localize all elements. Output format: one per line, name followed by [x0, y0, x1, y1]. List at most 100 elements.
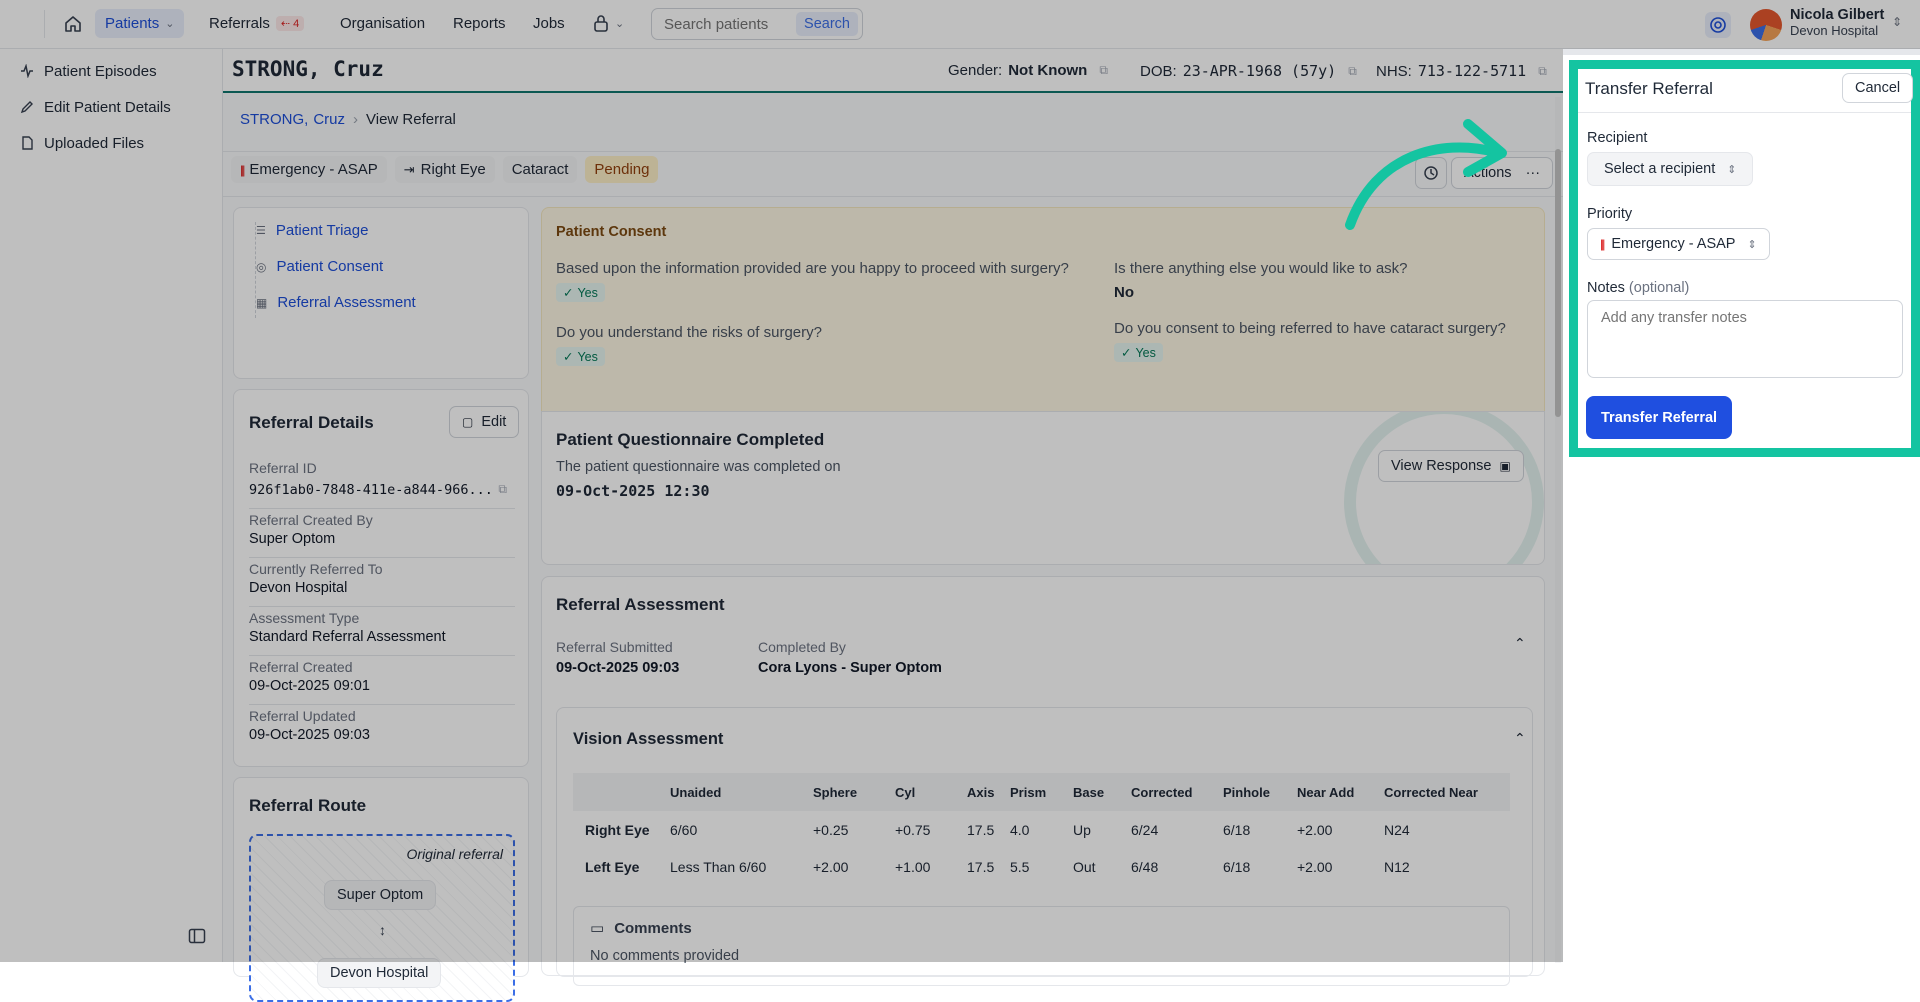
transfer-title: Transfer Referral	[1585, 79, 1713, 98]
priority-label: Priority	[1587, 206, 1633, 222]
view-response-button[interactable]: View Response ▣	[1378, 450, 1524, 482]
column-header: Base	[1073, 784, 1105, 800]
table-cell: +2.00	[1297, 821, 1333, 838]
search-input[interactable]	[664, 15, 794, 33]
section-link-assessment[interactable]: ▦ Referral Assessment	[256, 294, 416, 311]
submitted-label: Referral Submitted	[556, 639, 673, 655]
consent-a1: ✓ Yes	[556, 283, 605, 302]
priority-bars-icon: |||	[240, 162, 246, 177]
priority-select[interactable]: ||| Emergency - ASAP ⇕	[1587, 228, 1770, 260]
scrollbar-track[interactable]	[1555, 97, 1561, 963]
scrollbar-thumb[interactable]	[1555, 149, 1561, 417]
table-cell: +2.00	[813, 858, 849, 875]
consent-a2: ✓ Yes	[556, 347, 605, 366]
edit-button[interactable]: ▢ Edit	[449, 406, 520, 438]
route-box: Original referral Super Optom ↕ Devon Ho…	[249, 834, 515, 1002]
copy-icon[interactable]: ⧉	[498, 482, 507, 497]
section-link-consent[interactable]: ◎ Patient Consent	[256, 258, 383, 275]
chevron-updown-icon: ⇕	[1727, 163, 1737, 176]
panel-top-edge	[1563, 49, 1920, 55]
sidebar-item-patient-episodes[interactable]: Patient Episodes	[0, 53, 222, 89]
consent-q1: Based upon the information provided are …	[556, 260, 1069, 277]
patient-header: STRONG, Cruz Gender: Not Known ⧉ DOB: 23-AP…	[223, 49, 1563, 93]
route-node-from: Super Optom	[324, 880, 437, 910]
vision-assessment-card: Vision Assessment ⌃ Unaided Sphere Cyl A…	[556, 707, 1533, 986]
activity-icon	[21, 64, 33, 78]
eye-tag: ⇥ Right Eye	[394, 156, 495, 183]
user-info[interactable]: Nicola Gilbert Devon Hospital	[1790, 7, 1884, 39]
section-link-triage[interactable]: ☰ Patient Triage	[256, 222, 368, 239]
patient-nhs: NHS: 713-122-5711 ⧉	[1376, 62, 1547, 80]
column-header: Cyl	[895, 784, 916, 800]
nav-patients[interactable]: Patients ⌄	[95, 9, 185, 38]
questionnaire-text: The patient questionnaire was completed …	[556, 459, 841, 475]
search-button[interactable]: Search	[796, 12, 858, 36]
transfer-submit-button[interactable]: Transfer Referral	[1586, 396, 1733, 439]
nav-organisation[interactable]: Organisation	[330, 9, 435, 38]
more-horizontal-icon: ···	[1525, 165, 1541, 181]
top-navigation-bar: Patients ⌄ Referrals ⇠ 4 Organisation Repo…	[0, 0, 1920, 49]
edit-label: Edit	[481, 414, 507, 430]
check-icon: ✓	[563, 286, 574, 300]
dob-value: 23-APR-1968 (57y)	[1182, 62, 1337, 80]
referral-fields: Referral ID 926f1ab0-7848-411e-a844-966.…	[249, 460, 515, 754]
nhs-label: NHS:	[1376, 62, 1412, 80]
recipient-label: Recipient	[1587, 130, 1648, 146]
lock-menu[interactable]: ⌄	[593, 14, 624, 32]
recipient-select[interactable]: Select a recipient ⇕	[1587, 152, 1754, 186]
view-response-label: View Response	[1391, 458, 1492, 474]
consent-q3: Is there anything else you would like to…	[1114, 260, 1408, 277]
nav-jobs[interactable]: Jobs	[523, 9, 575, 38]
field-value: Super Optom	[249, 531, 336, 547]
arrow-right-bar-icon: ⇥	[403, 161, 415, 177]
copy-icon[interactable]: ⧉	[1099, 63, 1108, 78]
completed-value: Cora Lyons - Super Optom	[758, 660, 942, 676]
avatar[interactable]	[1750, 9, 1782, 41]
check-circle-watermark-icon	[1344, 412, 1544, 564]
table-cell: 17.5	[967, 821, 995, 838]
nav-patients-label: Patients	[105, 15, 160, 32]
field-updated: Referral Updated 09-Oct-2025 09:03	[249, 705, 515, 754]
copy-icon[interactable]: ⧉	[1538, 64, 1547, 79]
field-label: Referral ID	[249, 460, 317, 476]
breadcrumb-forename[interactable]: Cruz	[313, 111, 345, 128]
chevron-up-icon[interactable]: ⌃	[1514, 730, 1526, 747]
section-link-label: Patient Consent	[276, 258, 384, 275]
table-cell: N24	[1384, 821, 1410, 838]
chevron-updown-icon[interactable]: ⇕	[1892, 15, 1902, 29]
check-circle-icon: ◎	[256, 259, 267, 274]
table-header-row: Unaided Sphere Cyl Axis Prism Base Corre…	[573, 773, 1510, 811]
nav-reports[interactable]: Reports	[443, 9, 516, 38]
breadcrumb-surname[interactable]: STRONG,	[240, 111, 308, 128]
home-icon[interactable]	[63, 14, 83, 34]
annotation-arrow-icon	[1345, 119, 1507, 230]
lifebuoy-icon	[1710, 17, 1726, 33]
field-value: Standard Referral Assessment	[249, 629, 446, 645]
help-button[interactable]	[1705, 12, 1731, 38]
nav-reports-label: Reports	[453, 15, 506, 32]
table-cell: +2.00	[1297, 858, 1333, 875]
table-row: Right Eye 6/60 +0.25 +0.75 17.5 4.0 Up 6…	[573, 811, 1510, 848]
nav-referrals-label: Referrals	[209, 15, 270, 32]
field-value: 09-Oct-2025 09:01	[249, 678, 370, 694]
referral-tags: ||| Emergency - ASAP ⇥ Right Eye Cataract …	[231, 156, 659, 183]
sidebar-toggle-icon[interactable]	[188, 927, 206, 945]
referral-details-card: Referral Details ▢ Edit Referral ID 926f1…	[233, 389, 529, 767]
check-icon: ✓	[1121, 346, 1132, 360]
cancel-button[interactable]: Cancel	[1842, 73, 1914, 103]
sidebar-item-uploaded-files[interactable]: Uploaded Files	[0, 125, 222, 161]
nav-referrals[interactable]: Referrals ⇠ 4	[199, 9, 314, 38]
field-created-by: Referral Created By Super Optom	[249, 509, 515, 558]
notes-textarea[interactable]	[1587, 300, 1903, 378]
divider	[44, 10, 45, 38]
chevron-up-icon[interactable]: ⌃	[1514, 635, 1526, 652]
sidebar-item-label: Edit Patient Details	[44, 98, 171, 116]
column-header: Pinhole	[1223, 784, 1270, 800]
dob-label: DOB:	[1140, 62, 1177, 80]
comments-box: ▭ Comments No comments provided	[573, 906, 1510, 986]
table-cell: N12	[1384, 858, 1410, 875]
table-cell: Out	[1073, 858, 1096, 875]
table-cell: +0.25	[813, 821, 849, 838]
copy-icon[interactable]: ⧉	[1348, 64, 1357, 79]
sidebar-item-edit-patient[interactable]: Edit Patient Details	[0, 89, 222, 125]
